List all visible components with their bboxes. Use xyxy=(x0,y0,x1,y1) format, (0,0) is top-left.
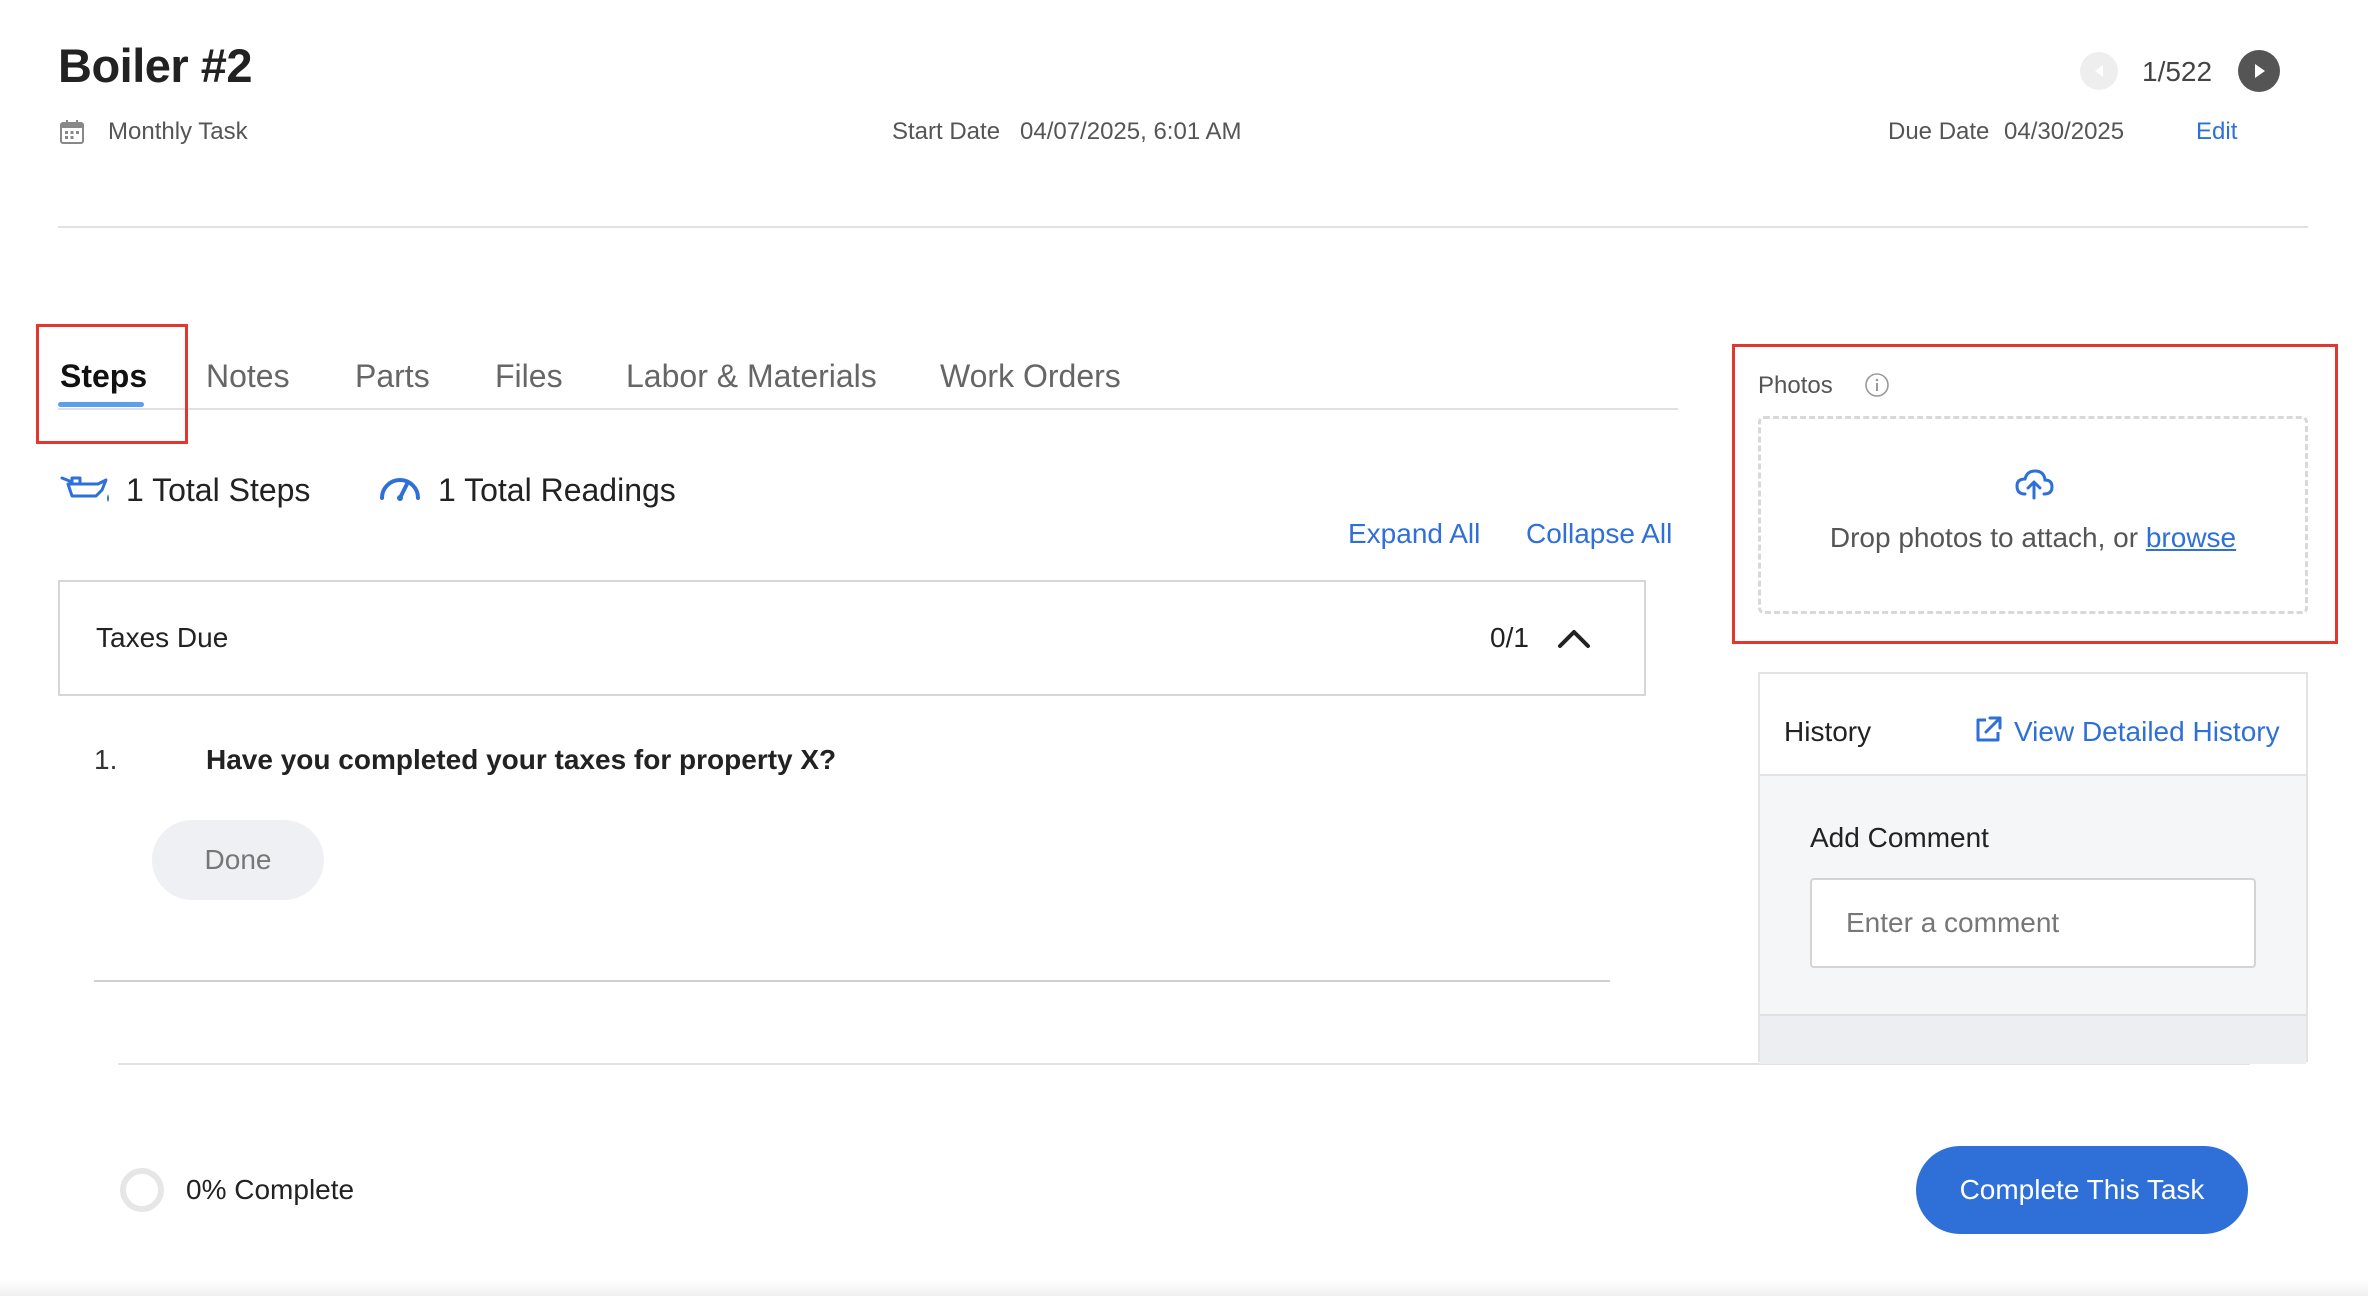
expand-all-link[interactable]: Expand All xyxy=(1348,518,1480,550)
total-readings: 1 Total Readings xyxy=(438,472,676,508)
start-date-label: Start Date xyxy=(892,118,1001,145)
tab-notes[interactable]: Notes xyxy=(206,358,290,395)
previous-task-button[interactable] xyxy=(2080,52,2118,90)
edit-due-date-link[interactable]: Edit xyxy=(2196,118,2237,146)
progress-ring xyxy=(120,1168,164,1212)
complete-task-button[interactable]: Complete This Task xyxy=(1916,1146,2248,1234)
view-detailed-history-link[interactable]: View Detailed History xyxy=(2014,716,2280,748)
bottom-shadow xyxy=(0,1280,2368,1296)
step-question: Have you completed your taxes for proper… xyxy=(206,744,837,775)
highlight-box-steps-tab xyxy=(36,324,188,444)
add-comment-label: Add Comment xyxy=(1810,822,1989,853)
step-group-header[interactable] xyxy=(58,580,1646,696)
highlight-box-photos xyxy=(1732,344,2338,644)
step-group-title: Taxes Due xyxy=(96,622,229,653)
task-counter: 1/522 xyxy=(2142,56,2213,87)
oil-can-icon xyxy=(60,476,109,502)
tabs-divider xyxy=(58,408,1678,410)
tab-parts[interactable]: Parts xyxy=(355,358,430,395)
start-date-value: 04/07/2025, 6:01 AM xyxy=(1020,118,1242,145)
gauge-icon xyxy=(380,478,420,501)
prev-arrow-icon xyxy=(2095,65,2103,77)
next-arrow-icon xyxy=(2255,64,2265,78)
chevron-up-icon[interactable] xyxy=(1556,622,1592,652)
page-title: Boiler #2 xyxy=(58,39,253,92)
step-divider xyxy=(94,980,1610,982)
tab-files[interactable]: Files xyxy=(495,358,563,395)
total-steps: 1 Total Steps xyxy=(126,472,311,508)
next-task-button[interactable] xyxy=(2238,50,2280,92)
tab-work-orders[interactable]: Work Orders xyxy=(940,358,1121,395)
history-title: History xyxy=(1784,716,1872,747)
step-number: 1. xyxy=(94,744,118,775)
done-button[interactable]: Done xyxy=(152,820,324,900)
history-list-area xyxy=(1760,1014,2306,1064)
progress-text: 0% Complete xyxy=(186,1174,355,1205)
external-link-icon[interactable] xyxy=(1972,714,2004,746)
calendar-icon xyxy=(60,120,84,144)
due-date-label: Due Date xyxy=(1888,118,1990,145)
comment-input[interactable] xyxy=(1810,878,2256,968)
header-divider xyxy=(58,226,2308,228)
due-date-value: 04/30/2025 xyxy=(2004,118,2125,145)
tab-labor-materials[interactable]: Labor & Materials xyxy=(626,358,877,395)
task-frequency: Monthly Task xyxy=(108,118,248,145)
step-group-progress: 0/1 xyxy=(1490,622,1529,653)
collapse-all-link[interactable]: Collapse All xyxy=(1526,518,1672,550)
